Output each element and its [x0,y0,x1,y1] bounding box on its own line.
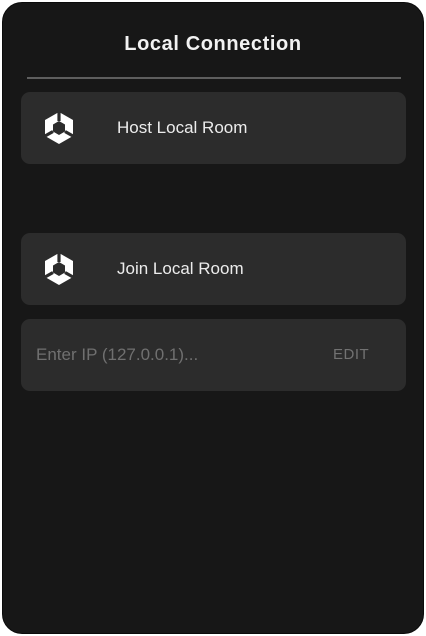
host-local-room-button[interactable]: Host Local Room [21,92,406,164]
panel-title: Local Connection [124,33,302,55]
ip-address-field: EDIT [21,319,406,391]
join-local-room-button[interactable]: Join Local Room [21,233,406,305]
unity-logo-icon [41,110,77,146]
host-local-room-label: Host Local Room [117,118,248,137]
ip-address-input[interactable] [21,319,311,391]
edit-button[interactable]: EDIT [333,319,369,391]
title-divider [27,77,401,79]
unity-logo-icon [41,251,77,287]
join-local-room-label: Join Local Room [117,259,244,278]
local-connection-panel: Local Connection Host Local Room Join Lo [2,2,424,634]
